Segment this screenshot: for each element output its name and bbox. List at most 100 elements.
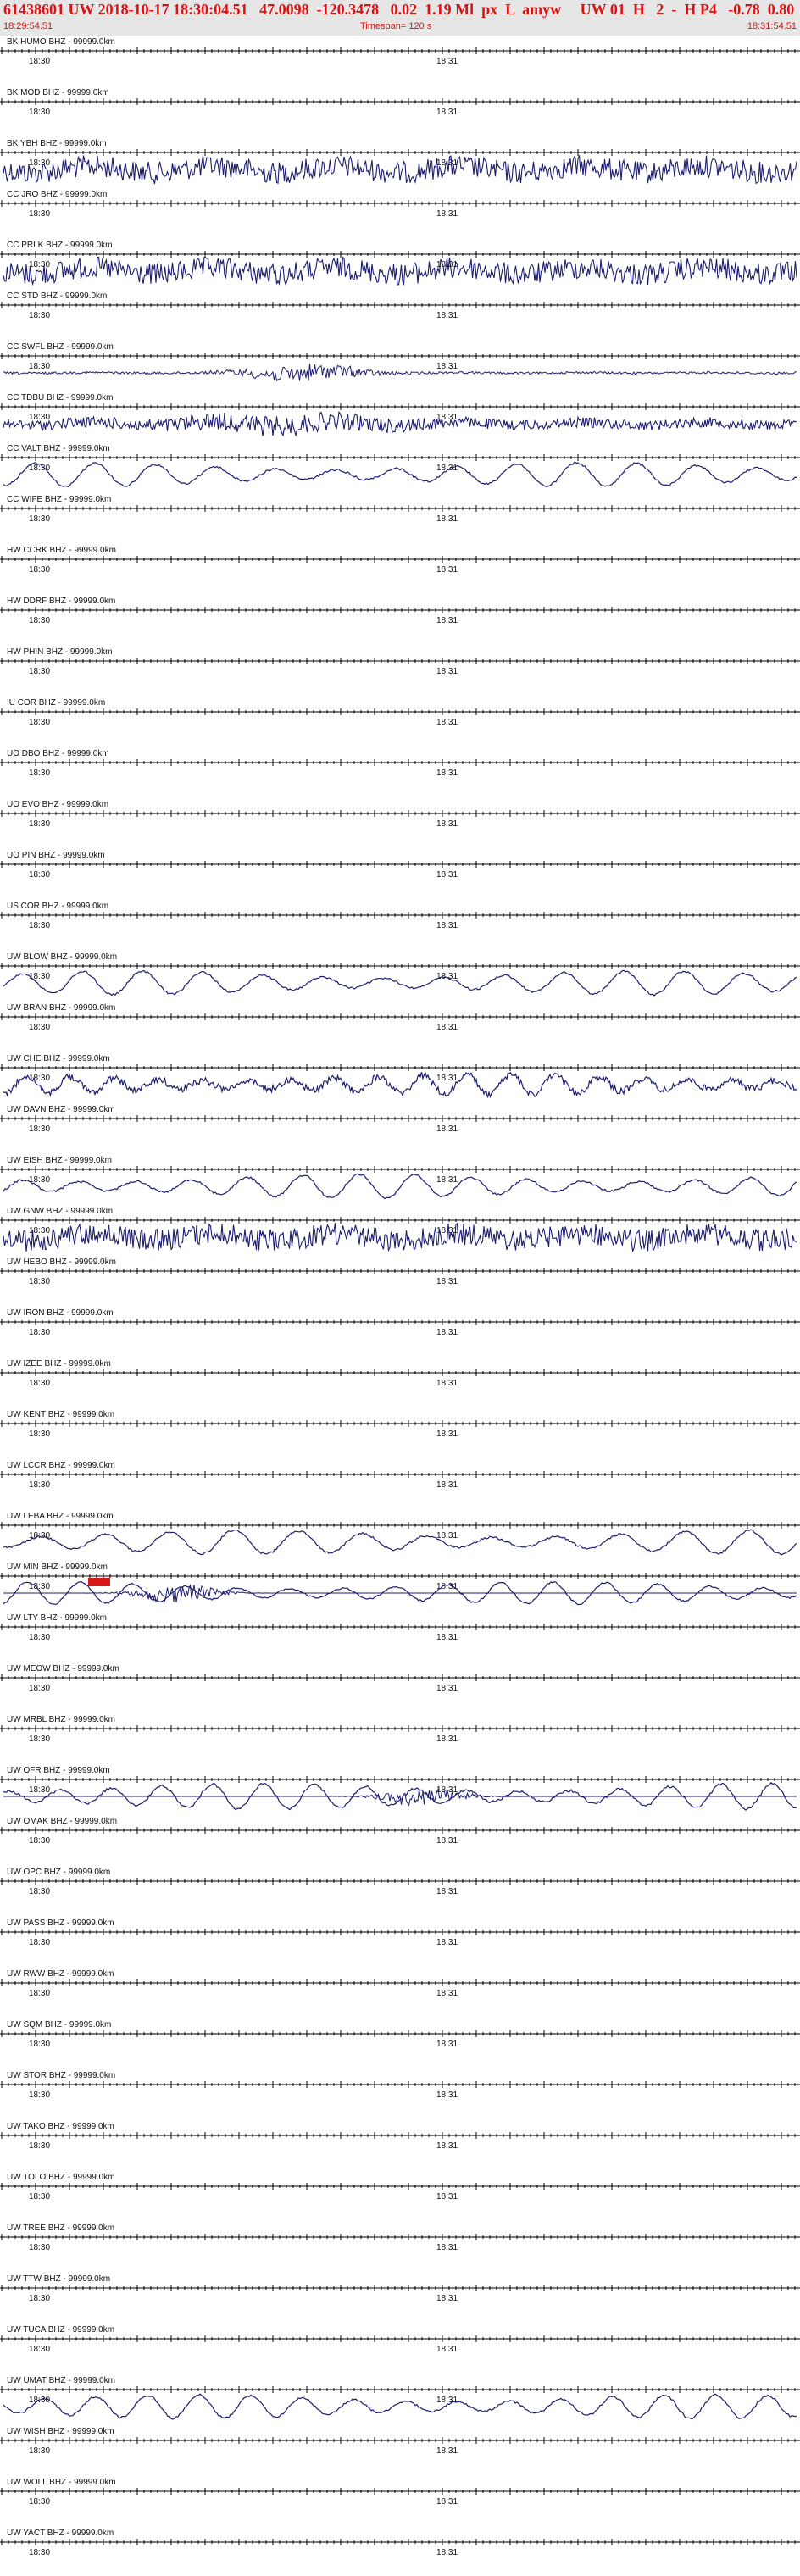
time-tick-label: 18:30 (29, 1074, 50, 1083)
station-label: UW HEBO BHZ - 99999.0km (7, 1257, 116, 1267)
time-tick-label: 18:30 (29, 565, 50, 575)
time-tick-label: 18:30 (29, 2192, 50, 2201)
station-label: UW YACT BHZ - 99999.0km (7, 2529, 114, 2538)
time-tick-label: 18:30 (29, 311, 50, 320)
time-tick-label: 18:31 (436, 1379, 458, 1388)
station-row: UW OFR BHZ - 99999.0km18:30 18:31 (0, 1766, 800, 1811)
station-label: UW TUCA BHZ - 99999.0km (7, 2325, 114, 2334)
waveform-trace (3, 2393, 797, 2420)
station-row: UW LCCR BHZ - 99999.0km 18:30 18:31 (0, 1461, 800, 1490)
time-tick-label: 18:30 (29, 2040, 50, 2049)
station-label: HW PHIN BHZ - 99999.0km (7, 647, 112, 657)
station-label: CC TDBU BHZ - 99999.0km (7, 393, 113, 402)
phase-pick-marker[interactable] (88, 1578, 110, 1586)
station-label: CC WIFE BHZ - 99999.0km (7, 495, 111, 504)
time-tick-label: 18:30 (29, 769, 50, 778)
station-label: UW MEOW BHZ - 99999.0km (7, 1664, 119, 1674)
station-row: UW TREE BHZ - 99999.0km 18:30 18:31 (0, 2223, 800, 2252)
station-label: UW UMAT BHZ - 99999.0km (7, 2376, 115, 2385)
time-tick-label: 18:31 (436, 819, 458, 829)
time-tick-label: 18:30 (29, 1379, 50, 1388)
time-tick-label: 18:31 (436, 565, 458, 575)
station-label: UW OMAK BHZ - 99999.0km (7, 1817, 117, 1826)
time-tick-label: 18:30 (29, 667, 50, 676)
time-tick-label: 18:31 (436, 769, 458, 778)
station-label: UW RWW BHZ - 99999.0km (7, 1969, 114, 1979)
time-tick-label: 18:31 (436, 2040, 458, 2049)
time-tick-label: 18:31 (436, 2090, 458, 2100)
time-tick-label: 18:31 (436, 1633, 458, 1642)
station-row: UW MEOW BHZ - 99999.0km 18:30 18:31 (0, 1664, 800, 1693)
station-row: CC SWFL BHZ - 99999.0km 18:30 18:31 (0, 342, 800, 382)
station-label: UW DAVN BHZ - 99999.0km (7, 1105, 115, 1114)
station-row: UW RWW BHZ - 99999.0km 18:30 18:31 (0, 1969, 800, 1998)
station-row: UW TTW BHZ - 99999.0km 18:30 18:31 (0, 2274, 800, 2303)
station-label: UW STOR BHZ - 99999.0km (7, 2071, 115, 2080)
station-row: UW TAKO BHZ - 99999.0km 18:30 18:31 (0, 2122, 800, 2151)
station-row: UW TOLO BHZ - 99999.0km 18:30 18:31 (0, 2173, 800, 2201)
time-tick-label: 18:31 (436, 870, 458, 880)
station-row: UW EISH BHZ - 99999.0km18:30 18:31 (0, 1156, 800, 1200)
station-label: UW LTY BHZ - 99999.0km (7, 1613, 107, 1623)
time-tick-label: 18:31 (436, 1480, 458, 1490)
station-label: UW BLOW BHZ - 99999.0km (7, 952, 117, 962)
station-label: UW LCCR BHZ - 99999.0km (7, 1461, 115, 1470)
time-tick-label: 18:30 (29, 57, 50, 66)
time-tick-label: 18:30 (29, 2497, 50, 2507)
station-label: UW MRBL BHZ - 99999.0km (7, 1715, 115, 1724)
station-row: BK MOD BHZ - 99999.0km 18:30 18:31 (0, 88, 800, 117)
station-row: UW LEBA BHZ - 99999.0km 18:30 18:31 (0, 1512, 800, 1556)
end-time-label: 18:31:54.51 (747, 21, 797, 31)
time-tick-label: 18:30 (29, 1023, 50, 1032)
station-label: US COR BHZ - 99999.0km (7, 902, 108, 911)
time-tick-label: 18:30 (29, 1633, 50, 1642)
waveform-trace (3, 1173, 797, 1200)
time-tick-label: 18:30 (29, 1684, 50, 1693)
station-label: UW OPC BHZ - 99999.0km (7, 1868, 110, 1877)
time-tick-label: 18:31 (436, 2294, 458, 2303)
waveform-trace (3, 364, 797, 382)
station-label: UW CHE BHZ - 99999.0km (7, 1054, 110, 1063)
station-row: UW BLOW BHZ - 99999.0km18:30 18:31 (0, 952, 800, 997)
station-row: US COR BHZ - 99999.0km 18:30 18:31 (0, 902, 800, 930)
station-row: UW OPC BHZ - 99999.0km 18:30 18:31 (0, 1868, 800, 1896)
time-tick-label: 18:30 (29, 616, 50, 625)
station-label: UW EISH BHZ - 99999.0km (7, 1156, 112, 1165)
time-tick-label: 18:31 (436, 311, 458, 320)
station-label: UW MIN BHZ - 99999.0km (7, 1563, 108, 1572)
seismogram-panel: BK HUMO BHZ - 99999.0km18:30 18:31BK MOD … (0, 37, 800, 2557)
time-tick-label: 18:31 (436, 2243, 458, 2252)
time-tick-label: 18:30 (29, 2090, 50, 2100)
station-label: BK YBH BHZ - 99999.0km (7, 139, 107, 148)
time-tick-label: 18:30 (29, 2141, 50, 2151)
time-tick-label: 18:31 (436, 2548, 458, 2557)
station-label: UW GNW BHZ - 99999.0km (7, 1207, 113, 1216)
time-tick-label: 18:30 (29, 2294, 50, 2303)
event-info-line: 61438601 UW 2018-10-17 18:30:04.51 47.00… (3, 1, 795, 18)
time-tick-label: 18:30 (29, 870, 50, 880)
station-row: UW PASS BHZ - 99999.0km 18:30 18:31 (0, 1918, 800, 1947)
time-tick-label: 18:30 (29, 819, 50, 829)
waveform-trace (3, 461, 797, 488)
station-row: IU COR BHZ - 99999.0km 18:30 18:31 (0, 698, 800, 727)
station-label: UO DBO BHZ - 99999.0km (7, 749, 109, 758)
time-tick-label: 18:30 (29, 1277, 50, 1286)
station-row: UW KENT BHZ - 99999.0km 18:30 18:31 (0, 1410, 800, 1439)
time-tick-label: 18:31 (436, 57, 458, 66)
time-tick-label: 18:31 (436, 2192, 458, 2201)
time-tick-label: 18:31 (436, 362, 458, 371)
time-tick-label: 18:31 (436, 108, 458, 117)
station-label: UW LEBA BHZ - 99999.0km (7, 1512, 114, 1521)
time-tick-label: 18:30 (29, 1989, 50, 1998)
station-label: UW TOLO BHZ - 99999.0km (7, 2173, 114, 2182)
time-tick-label: 18:31 (436, 1887, 458, 1896)
time-tick-label: 18:30 (29, 260, 50, 269)
station-label: BK HUMO BHZ - 99999.0km (7, 37, 115, 47)
station-label: UW TREE BHZ - 99999.0km (7, 2223, 114, 2233)
time-tick-label: 18:31 (436, 1430, 458, 1439)
station-label: UW WISH BHZ - 99999.0km (7, 2427, 114, 2436)
time-tick-label: 18:31 (436, 464, 458, 473)
station-label: UW TTW BHZ - 99999.0km (7, 2274, 110, 2284)
time-tick-label: 18:30 (29, 108, 50, 117)
time-tick-label: 18:30 (29, 1735, 50, 1744)
